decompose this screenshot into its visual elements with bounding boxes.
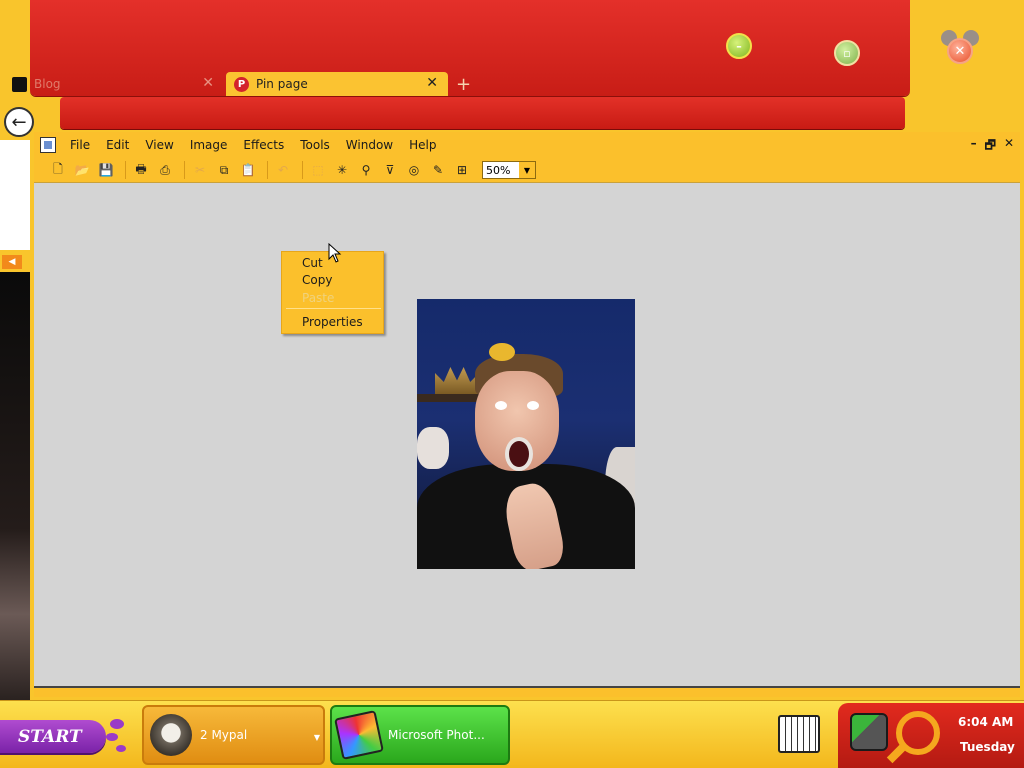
toolbar-separator bbox=[302, 161, 303, 179]
app-icon[interactable] bbox=[40, 137, 56, 153]
tab-title: Pin page bbox=[256, 77, 308, 91]
taskbar-label: Microsoft Phot... bbox=[388, 728, 485, 742]
minimize-icon[interactable]: – bbox=[726, 33, 752, 59]
menu-view[interactable]: View bbox=[137, 138, 181, 152]
context-menu-separator bbox=[286, 308, 381, 309]
chevron-down-icon[interactable]: ▼ bbox=[314, 733, 320, 742]
workspace-canvas[interactable] bbox=[34, 182, 1020, 686]
smudge-icon[interactable]: ⚲ bbox=[356, 161, 376, 179]
restore-icon[interactable]: ▫ bbox=[834, 40, 860, 66]
menu-image[interactable]: Image bbox=[182, 138, 236, 152]
taskbar-button-photo-editor[interactable]: Microsoft Phot... bbox=[330, 705, 510, 765]
mdi-window-controls: – 🗗 ✕ bbox=[971, 136, 1014, 157]
menu-help[interactable]: Help bbox=[401, 138, 444, 152]
sidebar-collapse-icon[interactable]: ◀ bbox=[2, 255, 22, 269]
browser-close-button[interactable]: ✕ bbox=[938, 30, 982, 70]
photo-image[interactable] bbox=[417, 299, 635, 569]
undo-icon[interactable]: ↶ bbox=[273, 161, 293, 179]
tab-pin-page[interactable]: P Pin page ✕ bbox=[226, 72, 448, 96]
tab-title: Blog bbox=[34, 77, 61, 91]
tab-close-icon[interactable]: ✕ bbox=[202, 75, 214, 91]
print-icon[interactable]: 🖶 bbox=[131, 161, 151, 179]
clock-time: 6:04 AM bbox=[958, 715, 1014, 729]
photo-background-object bbox=[417, 427, 449, 469]
select-icon[interactable]: ⬚ bbox=[308, 161, 328, 179]
close-icon[interactable]: ✕ bbox=[947, 38, 973, 64]
zoom-value: 50% bbox=[486, 163, 511, 177]
menu-edit[interactable]: Edit bbox=[98, 138, 137, 152]
photo-eye bbox=[527, 401, 539, 410]
transparency-icon[interactable]: ◎ bbox=[404, 161, 424, 179]
tab-blog[interactable]: Blog ✕ bbox=[4, 72, 224, 96]
mdi-close-icon[interactable]: ✕ bbox=[1004, 136, 1014, 157]
paste-icon[interactable]: 📋 bbox=[238, 161, 258, 179]
menu-tools[interactable]: Tools bbox=[292, 138, 338, 152]
chevron-down-icon[interactable]: ▼ bbox=[519, 162, 535, 178]
browser-toolbar bbox=[60, 97, 905, 129]
photo-crown bbox=[435, 367, 479, 394]
status-bar bbox=[34, 686, 1020, 697]
mouse-pointer-icon bbox=[328, 243, 342, 263]
magic-wand-icon[interactable]: ✳ bbox=[332, 161, 352, 179]
open-folder-icon[interactable]: 📂 bbox=[72, 161, 92, 179]
start-decoration bbox=[106, 717, 130, 757]
raccoon-icon bbox=[150, 714, 192, 756]
properties-icon[interactable]: ⊞ bbox=[452, 161, 472, 179]
taskbar-label: 2 Mypal bbox=[200, 728, 248, 742]
toolbar-separator bbox=[267, 161, 268, 179]
search-icon[interactable] bbox=[896, 711, 940, 755]
toolbar-separator bbox=[125, 161, 126, 179]
clock-day: Tuesday bbox=[960, 740, 1015, 754]
cut-icon[interactable]: ✂ bbox=[190, 161, 210, 179]
pinterest-favicon-icon: P bbox=[234, 76, 249, 92]
mdi-minimize-icon[interactable]: – bbox=[971, 136, 977, 157]
photo-eye bbox=[495, 401, 507, 410]
save-icon[interactable]: 💾 bbox=[96, 161, 116, 179]
new-file-icon[interactable]: 🗋 bbox=[48, 161, 68, 179]
blog-favicon-icon bbox=[12, 76, 27, 92]
menu-effects[interactable]: Effects bbox=[235, 138, 292, 152]
toolbar-separator bbox=[184, 161, 185, 179]
back-button[interactable]: ← bbox=[4, 107, 34, 137]
system-tray: 6:04 AM Tuesday bbox=[838, 703, 1024, 768]
background-page-content bbox=[0, 272, 30, 700]
context-menu-cut[interactable]: Cut bbox=[302, 255, 323, 271]
photo-editor-window: File Edit View Image Effects Tools Windo… bbox=[34, 132, 1020, 697]
zoom-select[interactable]: 50% ▼ bbox=[482, 161, 536, 179]
sharpen-icon[interactable]: ⊽ bbox=[380, 161, 400, 179]
context-menu-copy[interactable]: Copy bbox=[302, 272, 332, 288]
menu-window[interactable]: Window bbox=[338, 138, 401, 152]
tab-strip: Blog ✕ P Pin page ✕ + bbox=[0, 72, 910, 96]
new-tab-button[interactable]: + bbox=[456, 74, 471, 95]
page-sidebar bbox=[0, 140, 30, 250]
context-menu: Cut Copy Paste Properties bbox=[281, 251, 384, 334]
toolbar: 🗋 📂 💾 🖶 ⎙ ✂ ⧉ 📋 ↶ ⬚ ✳ ⚲ ⊽ ◎ ✎ ⊞ 50% ▼ bbox=[34, 158, 1020, 182]
start-button[interactable]: START bbox=[0, 720, 106, 753]
photo-mouth bbox=[505, 437, 533, 471]
copy-icon[interactable]: ⧉ bbox=[214, 161, 234, 179]
tab-close-icon[interactable]: ✕ bbox=[426, 75, 438, 91]
mdi-restore-icon[interactable]: 🗗 bbox=[985, 136, 996, 157]
context-menu-paste: Paste bbox=[302, 291, 335, 305]
context-menu-properties[interactable]: Properties bbox=[302, 314, 363, 330]
menu-bar: File Edit View Image Effects Tools Windo… bbox=[34, 134, 1020, 156]
keyboard-icon[interactable] bbox=[778, 715, 820, 753]
menu-file[interactable]: File bbox=[62, 138, 98, 152]
scan-icon[interactable]: ⎙ bbox=[155, 161, 175, 179]
taskbar: START 2 Mypal ▼ Microsoft Phot... 6:04 A… bbox=[0, 700, 1024, 768]
photo-hat bbox=[489, 343, 515, 361]
photo-editor-icon bbox=[334, 710, 384, 760]
taskbar-button-mypal[interactable]: 2 Mypal ▼ bbox=[142, 705, 325, 765]
network-icon[interactable] bbox=[850, 713, 888, 751]
pen-icon[interactable]: ✎ bbox=[428, 161, 448, 179]
